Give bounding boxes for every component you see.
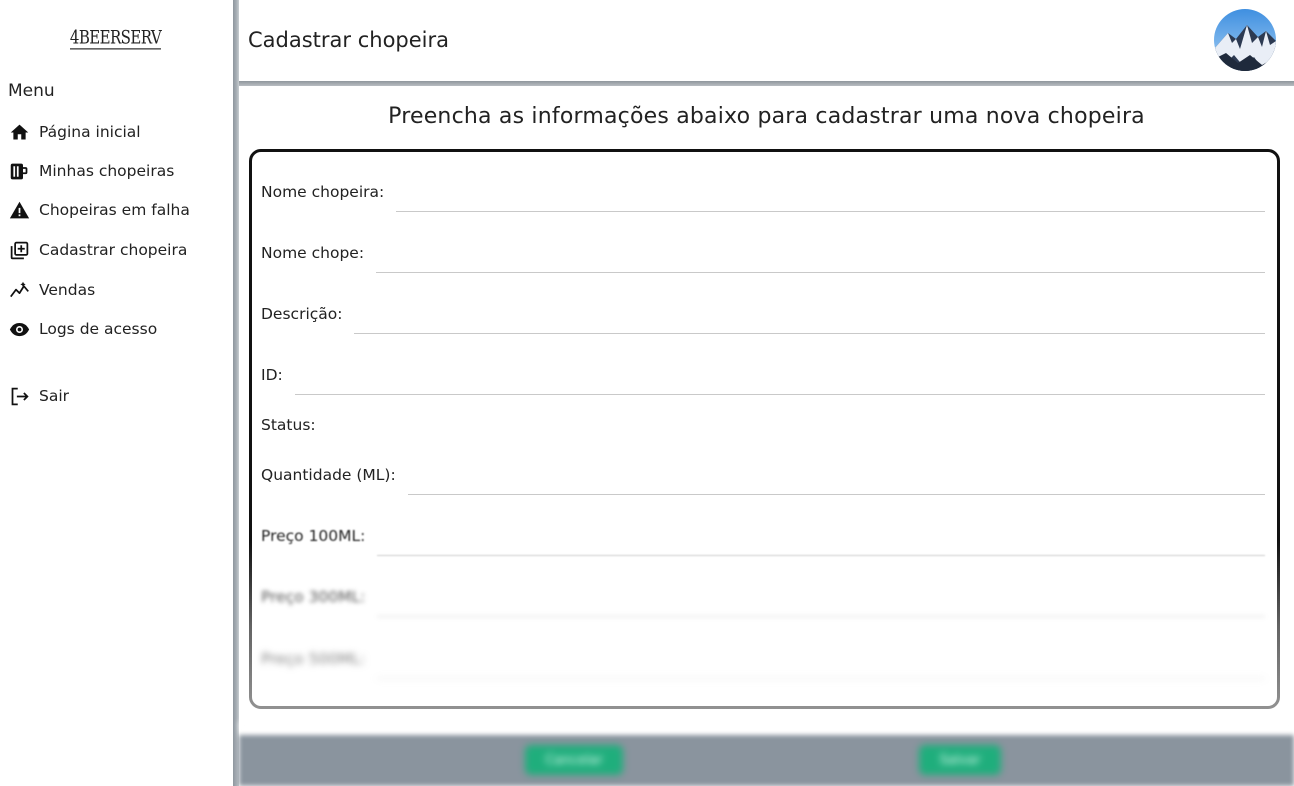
save-button[interactable]: Salvar	[919, 745, 1001, 775]
beer-name-input[interactable]	[376, 236, 1265, 273]
main-content: Preencha as informações abaixo para cada…	[239, 86, 1294, 786]
tap-name-input[interactable]	[396, 175, 1265, 212]
brand-logo[interactable]: 4BEERSERV	[0, 25, 231, 50]
logout-label: Sair	[39, 387, 70, 405]
sidebar-item-access-logs[interactable]: Logs de acesso	[8, 317, 157, 341]
sidebar: 4BEERSERV Menu Página inicial Minhas cho…	[0, 0, 233, 786]
logout-icon	[8, 385, 30, 407]
sidebar-item-label: Minhas chopeiras	[39, 162, 175, 180]
beer-mug-icon	[8, 160, 30, 182]
field-label: Descrição:	[261, 305, 343, 323]
home-icon	[8, 121, 30, 143]
sparkline-icon	[8, 279, 30, 301]
avatar[interactable]	[1214, 9, 1276, 71]
sidebar-item-label: Página inicial	[39, 123, 141, 141]
sidebar-item-sales[interactable]: Vendas	[8, 278, 95, 302]
form-subtitle: Preencha as informações abaixo para cada…	[388, 104, 1145, 129]
field-label: Preço 500ML:	[261, 650, 366, 668]
sidebar-item-my-taps[interactable]: Minhas chopeiras	[8, 159, 174, 183]
field-status: Status:	[261, 405, 1265, 445]
quantity-input[interactable]	[407, 458, 1265, 495]
menu-title: Menu	[8, 81, 55, 101]
sidebar-item-failing-taps[interactable]: Chopeiras em falha	[8, 198, 190, 222]
sidebar-item-label: Logs de acesso	[39, 320, 158, 338]
field-price-500ml: Preço 500ML:	[261, 639, 1265, 679]
sidebar-item-register-tap[interactable]: Cadastrar chopeira	[8, 238, 187, 262]
field-label: ID:	[261, 366, 283, 384]
field-label: Nome chopeira:	[261, 183, 385, 201]
sidebar-item-label: Vendas	[39, 281, 96, 299]
field-label: Preço 300ML:	[261, 588, 366, 606]
field-beer-name: Nome chope:	[261, 233, 1265, 273]
field-label: Nome chope:	[261, 244, 365, 262]
field-label: Preço 100ML:	[261, 527, 366, 545]
price-300ml-input[interactable]	[377, 580, 1265, 617]
field-description: Descrição:	[261, 294, 1265, 334]
form-footer: Cancelar Salvar	[239, 735, 1294, 786]
cancel-button[interactable]: Cancelar	[525, 745, 623, 775]
field-price-100ml: Preço 100ML:	[261, 516, 1265, 556]
field-tap-name: Nome chopeira:	[261, 172, 1265, 212]
description-input[interactable]	[354, 297, 1265, 334]
logout-button[interactable]: Sair	[8, 384, 69, 408]
register-tap-form: Nome chopeira: Nome chope: Descrição: ID…	[249, 149, 1280, 709]
field-label: Quantidade (ML):	[261, 466, 396, 484]
warning-icon	[8, 199, 30, 221]
sidebar-item-label: Cadastrar chopeira	[39, 241, 188, 259]
eye-icon	[8, 318, 30, 340]
field-label: Status:	[261, 416, 316, 434]
field-id: ID:	[261, 355, 1265, 395]
sidebar-item-label: Chopeiras em falha	[39, 201, 190, 219]
page-title: Cadastrar chopeira	[248, 28, 450, 52]
price-100ml-input[interactable]	[377, 519, 1265, 556]
top-header: Cadastrar chopeira	[239, 0, 1294, 81]
add-box-icon	[8, 239, 30, 261]
sidebar-item-home[interactable]: Página inicial	[8, 120, 141, 144]
field-quantity: Quantidade (ML):	[261, 455, 1265, 495]
id-input[interactable]	[294, 358, 1265, 395]
field-price-300ml: Preço 300ML:	[261, 577, 1265, 617]
price-500ml-input[interactable]	[377, 642, 1265, 679]
